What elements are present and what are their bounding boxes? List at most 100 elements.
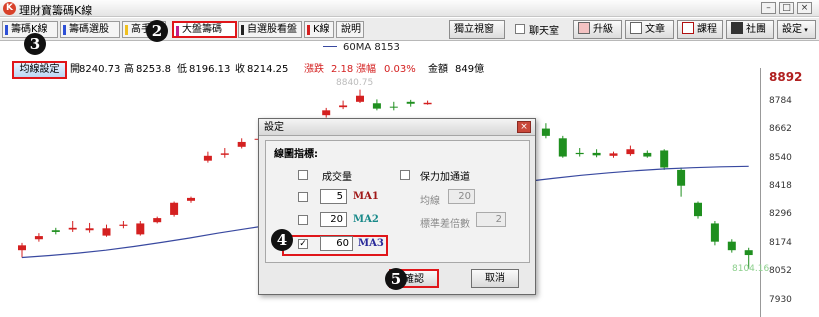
upgrade-icon bbox=[578, 22, 590, 34]
candle-body bbox=[34, 236, 43, 240]
indicator-group: 線圖指標: 成交量 5 MA1 20 MA2 ✓ 60 MA3 保力加通道 均線… bbox=[265, 140, 530, 263]
candle-body bbox=[51, 230, 60, 232]
tab-help[interactable]: 說明 bbox=[336, 21, 364, 38]
candle-body bbox=[677, 169, 686, 186]
ma3-checkbox[interactable]: ✓ bbox=[298, 239, 308, 249]
upgrade-button[interactable]: 升級 bbox=[573, 20, 622, 39]
dialog-title: 設定 bbox=[264, 122, 284, 133]
document-icon bbox=[630, 22, 642, 34]
article-button[interactable]: 文章 bbox=[625, 20, 674, 39]
indicator-group-title: 線圖指標: bbox=[274, 149, 318, 160]
price-tick: 7930 bbox=[769, 295, 792, 305]
bollinger-label: 保力加通道 bbox=[420, 172, 470, 183]
chat-room-checkbox[interactable] bbox=[515, 24, 525, 34]
tab-label: 說明 bbox=[341, 24, 361, 35]
tab-label: K線 bbox=[313, 24, 330, 35]
maximize-button[interactable]: □ bbox=[779, 2, 794, 14]
tab-label: 大盤籌碼 bbox=[182, 24, 222, 35]
candle-body bbox=[541, 128, 550, 136]
ma1-period-input[interactable]: 5 bbox=[320, 189, 347, 204]
step-marker-2: 2 bbox=[146, 20, 168, 42]
community-button[interactable]: 社團 bbox=[726, 20, 774, 39]
candle-body bbox=[203, 155, 212, 161]
chat-room-label: 聊天室 bbox=[529, 26, 559, 37]
candle-body bbox=[744, 250, 753, 256]
step-marker-3: 3 bbox=[24, 33, 46, 55]
upgrade-label: 升級 bbox=[593, 24, 613, 35]
std-dev-input[interactable]: 2 bbox=[476, 212, 506, 227]
window-title: 理財寶籌碼K線 bbox=[19, 4, 93, 17]
tab-color-bar bbox=[5, 25, 8, 35]
people-icon bbox=[731, 22, 743, 34]
candle-body bbox=[18, 245, 26, 251]
app-logo-icon: K bbox=[3, 2, 16, 15]
candle-body bbox=[575, 152, 584, 155]
price-tick: 8052 bbox=[769, 266, 792, 276]
candle-body bbox=[423, 102, 432, 105]
candle-body bbox=[119, 224, 128, 226]
low-annotation: 8104.16 bbox=[732, 264, 770, 274]
community-label: 社團 bbox=[746, 24, 766, 35]
candle-body bbox=[660, 150, 669, 168]
price-tick: 8662 bbox=[769, 124, 792, 134]
candle-body bbox=[187, 197, 195, 201]
step-marker-4: 4 bbox=[271, 229, 293, 251]
tab-watchlist[interactable]: 自選股看盤 bbox=[238, 21, 302, 38]
tab-chip-screener[interactable]: 籌碼選股 bbox=[60, 21, 120, 38]
candle-body bbox=[339, 105, 348, 108]
candle-body bbox=[153, 218, 162, 223]
toolbar: 籌碼K線 籌碼選股 高手 大盤籌碼 自選股看盤 K線 說明 獨立視窗 聊天室 升… bbox=[0, 18, 819, 41]
dialog-close-button[interactable]: × bbox=[517, 121, 531, 133]
candle-body bbox=[68, 227, 77, 230]
candle-body bbox=[237, 141, 246, 147]
candle-body bbox=[102, 228, 111, 236]
candle-body bbox=[694, 202, 702, 217]
price-tick: 8540 bbox=[769, 153, 792, 163]
tab-market-chips[interactable]: 大盤籌碼 bbox=[172, 21, 237, 38]
cancel-button[interactable]: 取消 bbox=[471, 269, 519, 288]
article-label: 文章 bbox=[645, 24, 665, 35]
candle-body bbox=[136, 223, 145, 235]
tab-label: 籌碼選股 bbox=[69, 24, 109, 35]
candle-body bbox=[609, 153, 618, 156]
candle-body bbox=[356, 95, 364, 102]
tab-color-bar bbox=[241, 25, 244, 35]
candle-body bbox=[322, 110, 331, 116]
minimize-button[interactable]: – bbox=[761, 2, 776, 14]
tab-color-bar bbox=[307, 25, 310, 35]
ma2-checkbox[interactable] bbox=[298, 215, 308, 225]
standalone-window-label: 獨立視窗 bbox=[454, 24, 494, 35]
tab-label: 自選股看盤 bbox=[247, 24, 297, 35]
settings-menu-button[interactable]: 設定 ▾ bbox=[777, 20, 816, 39]
candle-body bbox=[85, 228, 94, 231]
bollinger-avg-label: 均線 bbox=[420, 196, 440, 207]
candle-body bbox=[406, 101, 415, 104]
ma2-period-input[interactable]: 20 bbox=[320, 212, 347, 227]
course-button[interactable]: 課程 bbox=[677, 20, 723, 39]
close-window-button[interactable]: × bbox=[797, 2, 812, 14]
candle-body bbox=[710, 223, 719, 242]
volume-checkbox[interactable] bbox=[298, 170, 308, 180]
play-icon bbox=[682, 22, 694, 34]
tab-color-bar bbox=[125, 25, 128, 35]
standalone-window-button[interactable]: 獨立視窗 bbox=[449, 20, 505, 39]
settings-label: 設定 bbox=[782, 24, 802, 35]
price-tick: 8418 bbox=[769, 181, 792, 191]
bollinger-checkbox[interactable] bbox=[400, 170, 410, 180]
price-tick: 8784 bbox=[769, 96, 792, 106]
candle-body bbox=[558, 138, 567, 157]
candle-body bbox=[220, 153, 229, 155]
candle-body bbox=[643, 152, 652, 157]
step-marker-5: 5 bbox=[385, 268, 407, 290]
price-tick: 8296 bbox=[769, 209, 792, 219]
ma2-name: MA2 bbox=[353, 214, 379, 225]
std-dev-label: 標準差倍數 bbox=[420, 219, 470, 230]
ma1-checkbox[interactable] bbox=[298, 192, 308, 202]
tab-color-bar bbox=[63, 25, 66, 35]
ma3-period-input[interactable]: 60 bbox=[320, 236, 353, 251]
candle-body bbox=[372, 103, 381, 109]
bollinger-avg-input[interactable]: 20 bbox=[448, 189, 475, 204]
candle-body bbox=[626, 149, 635, 155]
price-axis: 8784 8662 8540 8418 8296 8174 8052 7930 bbox=[760, 68, 819, 317]
tab-kline[interactable]: K線 bbox=[304, 21, 334, 38]
